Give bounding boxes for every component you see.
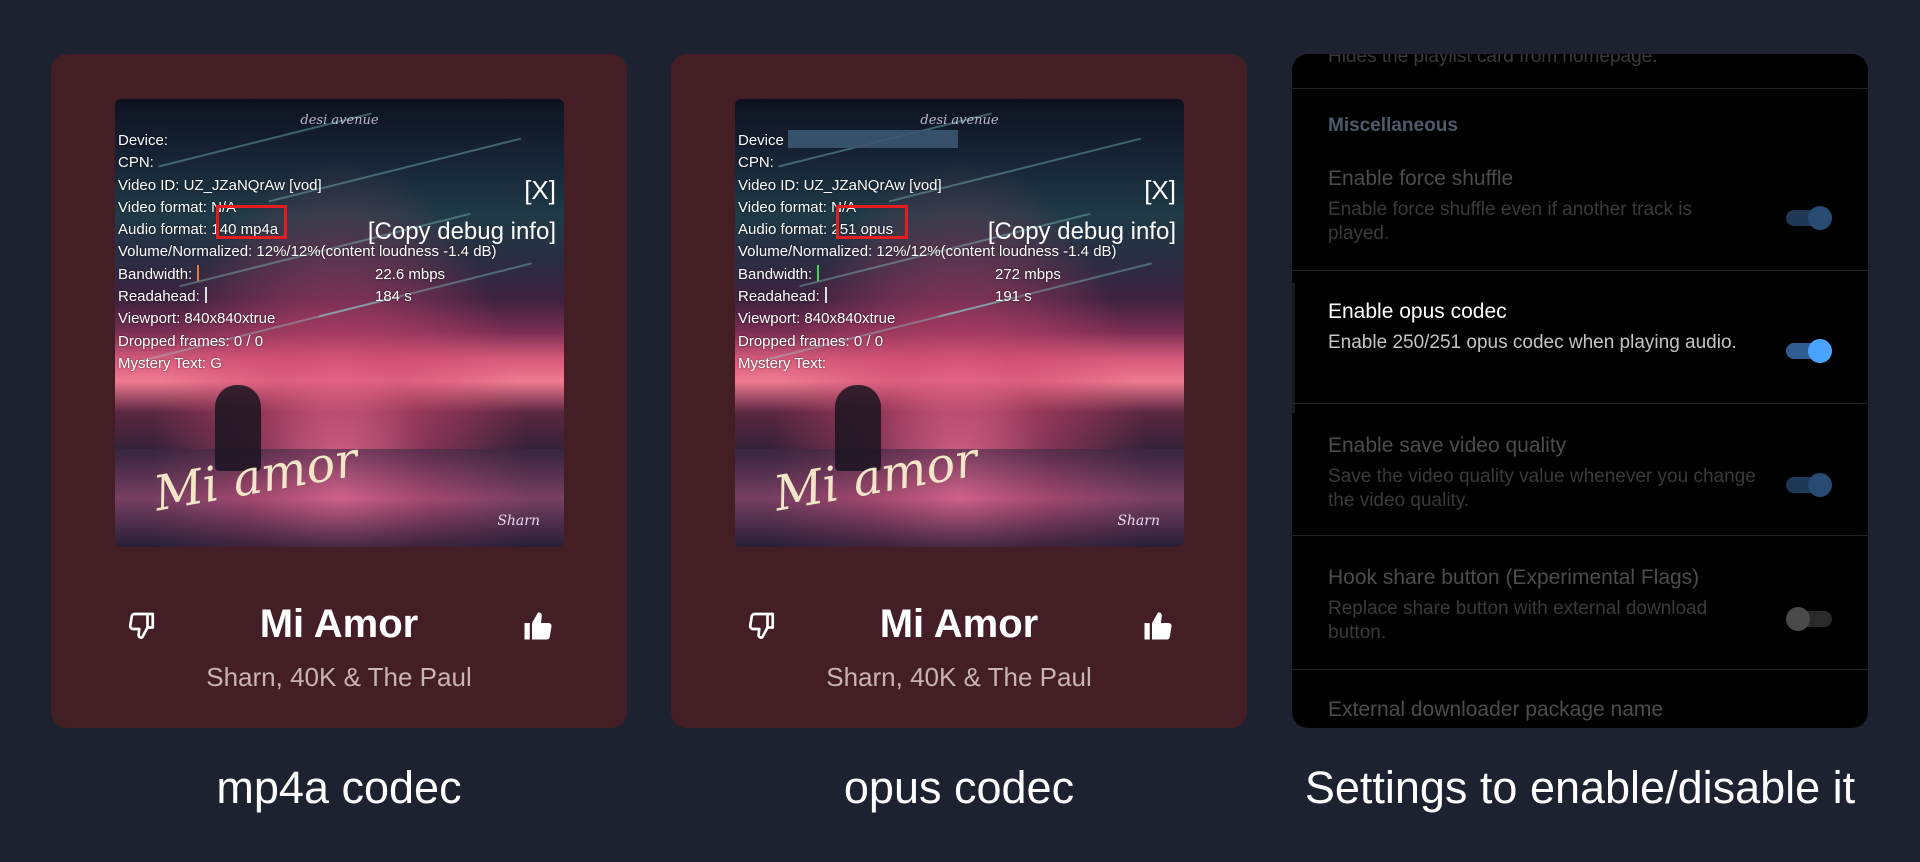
previous-setting-desc: Hides the playlist card from homepage. — [1328, 54, 1658, 67]
debug-cpn: CPN: — [118, 154, 154, 172]
debug-mystery: Mystery Text: G — [118, 354, 222, 372]
bandwidth-bar — [817, 264, 820, 281]
song-artist: Sharn, 40K & The Paul — [206, 662, 472, 692]
player-card-mp4a: desi avenue Mi amor Sharn Device: CPN: V… — [51, 54, 627, 728]
caption-opus: opus codec — [843, 762, 1075, 813]
setting-title: Enable save video quality — [1328, 434, 1567, 457]
debug-video-format: Video format: N/A — [738, 198, 857, 216]
debug-bandwidth-value: 22.6 mbps — [375, 265, 446, 283]
art-brand: desi avenue — [300, 113, 379, 128]
divider — [1292, 535, 1868, 536]
hook-share-button-toggle[interactable] — [1786, 607, 1832, 631]
debug-readahead: Readahead: 184 s — [118, 286, 558, 308]
save-video-quality-toggle[interactable] — [1786, 473, 1832, 497]
debug-device-label: Device — [738, 132, 784, 149]
debug-readahead-label: Readahead: — [738, 288, 820, 306]
debug-video-id: Video ID: UZ_JZaNQrAw [vod] — [118, 176, 322, 194]
section-header-miscellaneous: Miscellaneous — [1328, 115, 1458, 136]
debug-overlay: Device CPN: Video ID: UZ_JZaNQrAw [vod] … — [738, 130, 1178, 375]
debug-readahead: Readahead: 191 s — [738, 286, 1178, 308]
debug-overlay: Device: CPN: Video ID: UZ_JZaNQrAw [vod]… — [118, 130, 558, 375]
thumbs-up-icon[interactable] — [520, 608, 556, 644]
art-brand: desi avenue — [920, 113, 999, 128]
setting-title: External downloader package name — [1328, 698, 1664, 721]
album-art: desi avenue Mi amor Sharn Device CPN: Vi… — [735, 99, 1184, 547]
divider — [1292, 403, 1868, 404]
debug-device: Device: — [118, 132, 169, 149]
redaction-mark — [788, 130, 959, 148]
debug-cpn: CPN: — [738, 154, 774, 172]
setting-hook-share-button[interactable]: Hook share button (Experimental Flags) R… — [1292, 563, 1868, 673]
debug-close-button[interactable]: [X] — [524, 175, 556, 206]
audio-format-highlight — [216, 205, 287, 239]
setting-desc: Enable force shuffle even if another tra… — [1328, 199, 1693, 244]
debug-video-id: Video ID: UZ_JZaNQrAw [vod] — [738, 176, 942, 194]
debug-close-button[interactable]: [X] — [1144, 175, 1176, 206]
debug-bandwidth: Bandwidth: 272 mbps — [738, 264, 1178, 286]
setting-desc: Enable 250/251 opus codec when playing a… — [1328, 332, 1737, 353]
debug-viewport: Viewport: 840x840xtrue — [118, 310, 276, 328]
setting-external-downloader[interactable]: External downloader package name — [1292, 696, 1868, 728]
debug-bandwidth-label: Bandwidth: — [118, 265, 193, 283]
song-artist: Sharn, 40K & The Paul — [826, 662, 1092, 692]
debug-device: Device — [738, 130, 1178, 152]
setting-save-video-quality[interactable]: Enable save video quality Save the video… — [1292, 431, 1868, 541]
readahead-bar — [204, 287, 207, 304]
copy-debug-button[interactable]: [Copy debug info] — [988, 218, 1176, 246]
debug-mystery: Mystery Text: — [738, 354, 827, 372]
debug-readahead-value: 191 s — [995, 288, 1032, 306]
setting-title: Enable opus codec — [1328, 300, 1507, 323]
caption-mp4a: mp4a codec — [216, 762, 462, 813]
setting-title: Enable force shuffle — [1328, 167, 1514, 190]
setting-desc: Save the video quality value whenever yo… — [1328, 466, 1756, 511]
setting-title: Hook share button (Experimental Flags) — [1328, 566, 1700, 589]
force-shuffle-toggle[interactable] — [1786, 206, 1832, 230]
debug-dropped: Dropped frames: 0 / 0 — [738, 332, 884, 350]
divider — [1292, 88, 1868, 89]
setting-opus-codec[interactable]: Enable opus codec Enable 250/251 opus co… — [1292, 297, 1868, 407]
debug-bandwidth-value: 272 mbps — [995, 265, 1061, 283]
art-signature: Sharn — [1117, 513, 1160, 529]
divider — [1292, 669, 1868, 670]
debug-readahead-label: Readahead: — [118, 288, 200, 306]
divider — [1292, 270, 1868, 271]
thumbs-up-icon[interactable] — [1140, 608, 1176, 644]
debug-dropped: Dropped frames: 0 / 0 — [118, 332, 264, 350]
opus-codec-toggle[interactable] — [1786, 339, 1832, 363]
copy-debug-button[interactable]: [Copy debug info] — [368, 218, 556, 246]
album-art: desi avenue Mi amor Sharn Device: CPN: V… — [115, 99, 564, 547]
art-signature: Sharn — [497, 513, 540, 529]
setting-desc: Replace share button with external downl… — [1328, 598, 1708, 643]
setting-force-shuffle[interactable]: Enable force shuffle Enable force shuffl… — [1292, 164, 1868, 278]
audio-format-highlight — [836, 205, 908, 239]
debug-bandwidth-label: Bandwidth: — [738, 265, 813, 283]
player-card-opus: desi avenue Mi amor Sharn Device CPN: Vi… — [671, 54, 1247, 728]
caption-settings: Settings to enable/disable it — [1304, 762, 1856, 813]
debug-audio-format-label: Audio format: — [118, 221, 208, 239]
bandwidth-bar — [197, 264, 200, 281]
settings-panel: Hides the playlist card from homepage. M… — [1292, 54, 1868, 728]
debug-viewport: Viewport: 840x840xtrue — [738, 310, 896, 328]
debug-video-format: Video format: N/A — [118, 198, 237, 216]
debug-audio-format-label: Audio format: — [738, 221, 828, 239]
readahead-bar — [824, 287, 827, 304]
debug-readahead-value: 184 s — [375, 288, 412, 306]
debug-bandwidth: Bandwidth: 22.6 mbps — [118, 264, 558, 286]
